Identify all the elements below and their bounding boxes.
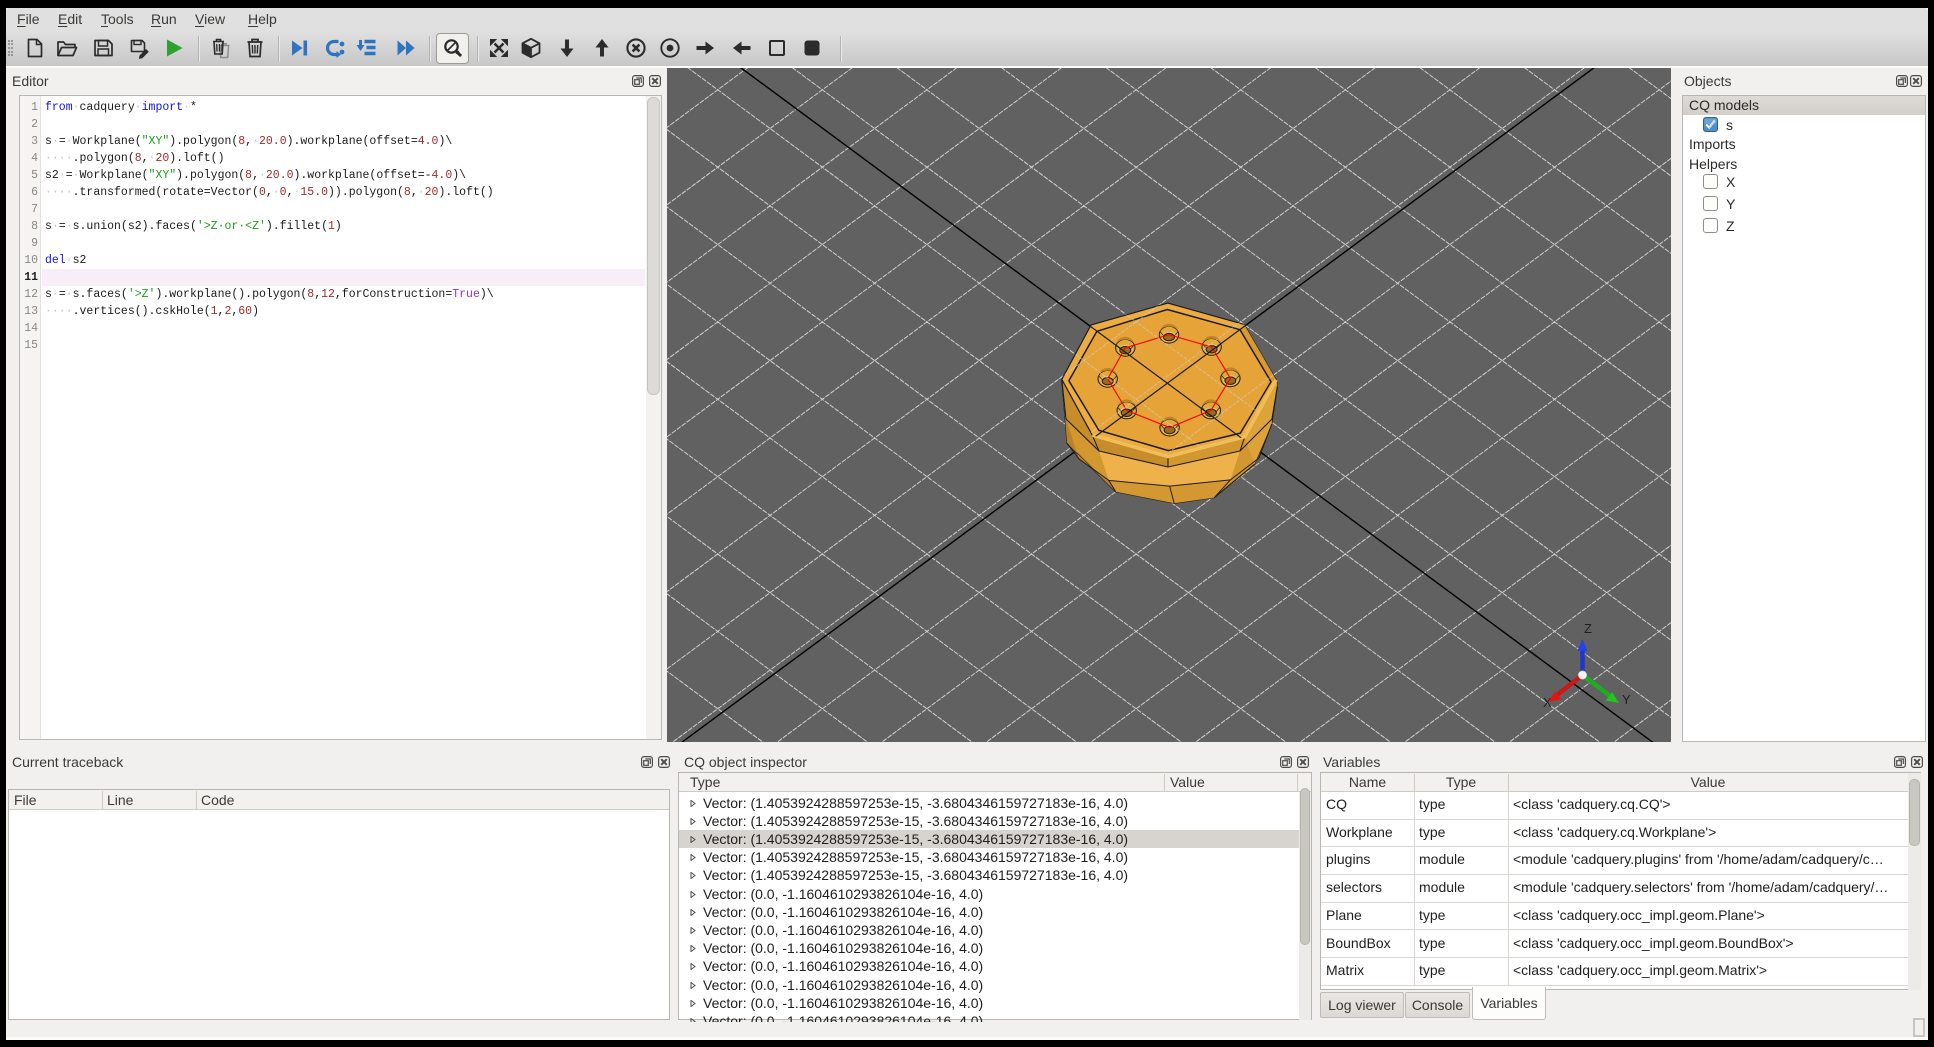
svg-text:X: X xyxy=(1543,695,1552,710)
svg-text:Y: Y xyxy=(1622,692,1631,707)
svg-text:Z: Z xyxy=(1584,621,1592,636)
